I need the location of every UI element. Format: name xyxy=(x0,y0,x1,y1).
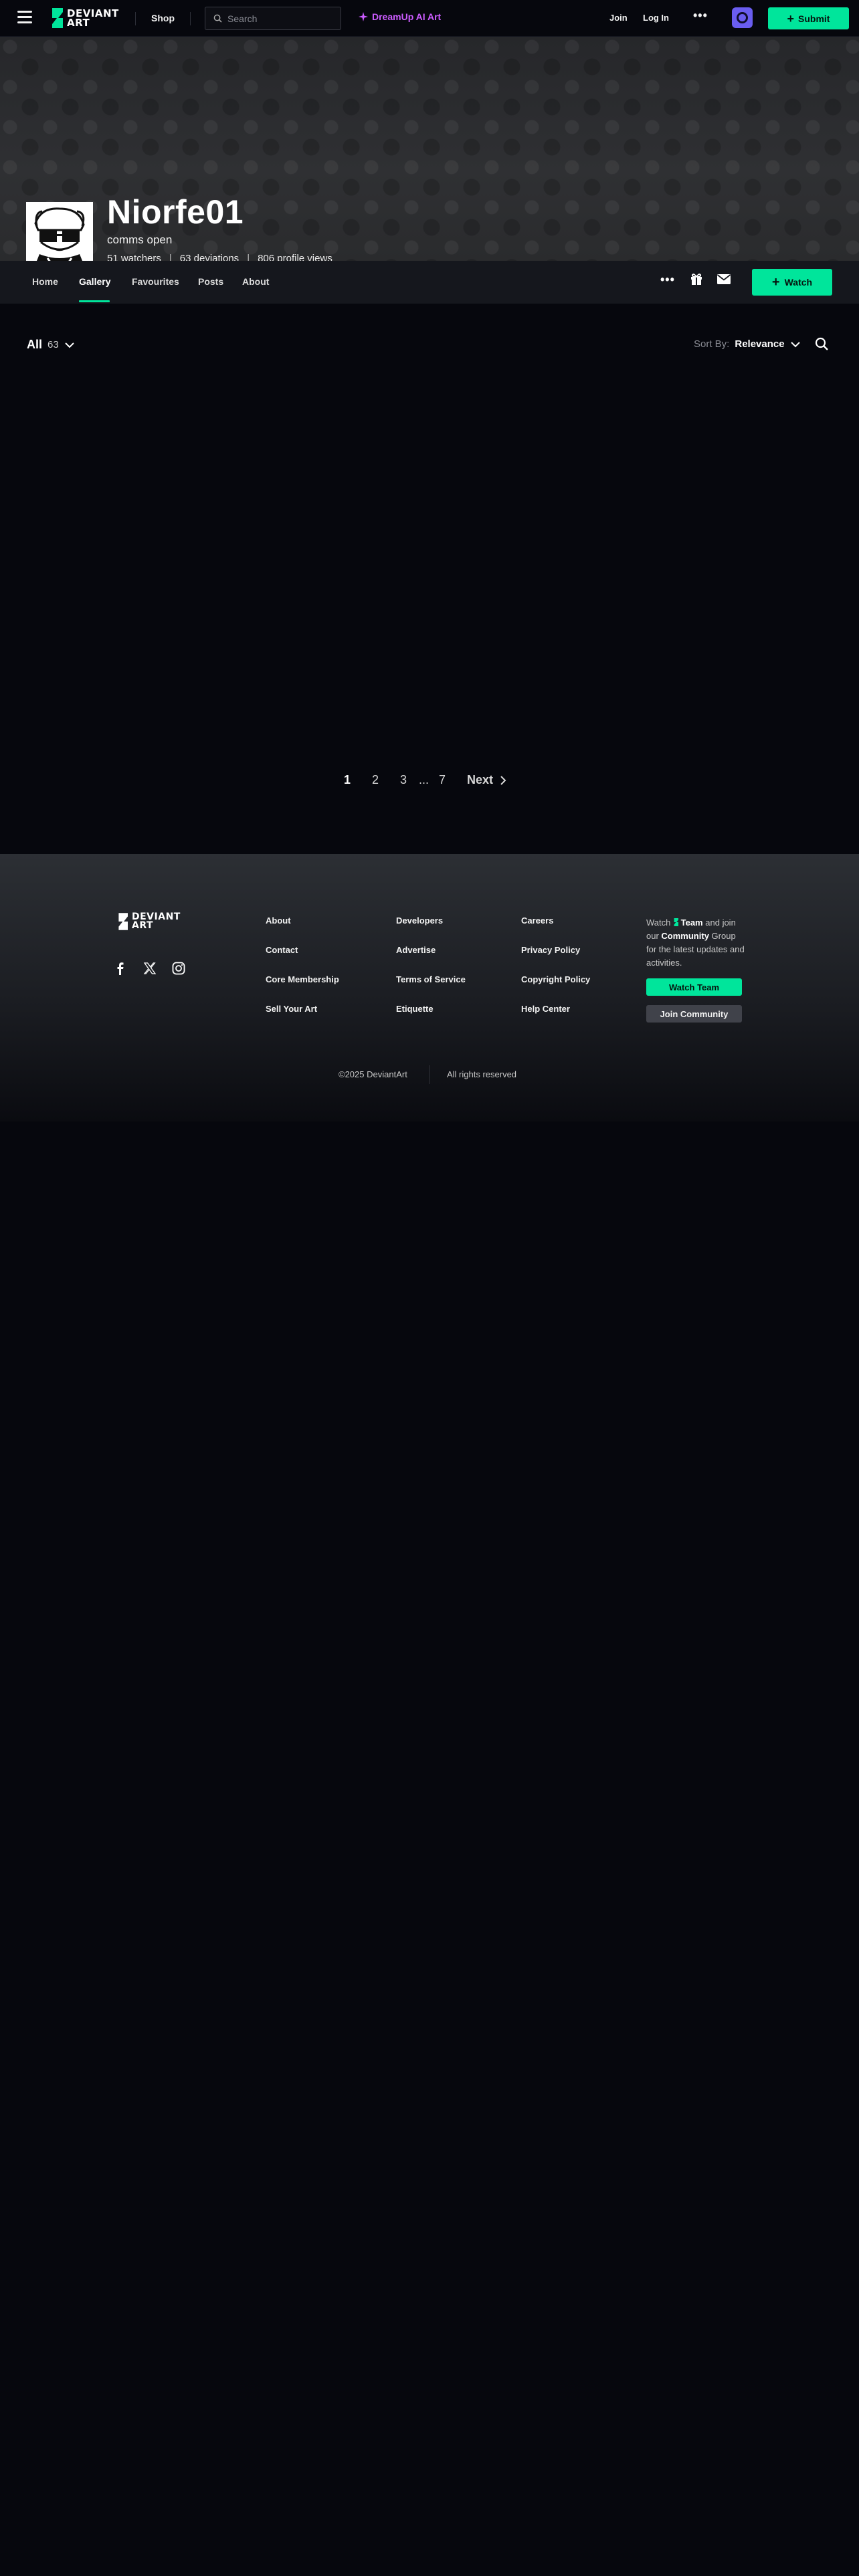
search-box[interactable] xyxy=(205,7,341,30)
profile-tabs: Home Gallery Favourites Posts About ••• … xyxy=(0,261,859,304)
footer: DEVIANT ART About Contact Core Membershi… xyxy=(0,854,859,1121)
core-membership-icon[interactable] xyxy=(732,7,753,28)
deviantart-logo[interactable]: DEVIANT ART xyxy=(50,8,119,28)
sort-dropdown[interactable]: Sort By: Relevance xyxy=(694,338,801,350)
sort-value: Relevance xyxy=(735,338,785,350)
footer-link-developers[interactable]: Developers xyxy=(396,916,443,926)
page-2[interactable]: 2 xyxy=(372,773,379,787)
copyright-text: ©2025 DeviantArt xyxy=(339,1069,407,1079)
avatar-image xyxy=(27,203,92,267)
dreamup-label: DreamUp AI Art xyxy=(372,11,442,22)
dreamup-link[interactable]: DreamUp AI Art xyxy=(358,11,441,22)
instagram-icon[interactable] xyxy=(172,962,185,975)
footer-link-sell-your-art[interactable]: Sell Your Art xyxy=(266,1004,317,1014)
sparkle-icon xyxy=(359,12,368,21)
footer-link-contact[interactable]: Contact xyxy=(266,945,298,955)
join-community-button[interactable]: Join Community xyxy=(646,1005,742,1023)
tab-gallery[interactable]: Gallery xyxy=(79,276,110,287)
footer-link-help-center[interactable]: Help Center xyxy=(521,1004,570,1014)
nav-divider xyxy=(135,12,136,25)
facebook-icon[interactable] xyxy=(114,962,127,975)
search-input[interactable] xyxy=(227,13,335,24)
filter-label: All xyxy=(27,338,43,351)
footer-link-copyright-policy[interactable]: Copyright Policy xyxy=(521,974,590,984)
tab-favourites[interactable]: Favourites xyxy=(132,276,179,287)
filter-count: 63 xyxy=(47,339,59,350)
deviantart-logo-icon xyxy=(52,8,63,28)
menu-icon[interactable] xyxy=(17,11,32,24)
plus-icon: + xyxy=(787,11,795,25)
page-7[interactable]: 7 xyxy=(439,773,446,787)
logo-text: DEVIANT ART xyxy=(67,7,119,29)
join-link[interactable]: Join xyxy=(609,13,628,23)
footer-link-terms-of-service[interactable]: Terms of Service xyxy=(396,974,466,984)
x-twitter-icon[interactable] xyxy=(143,962,157,975)
watch-label: Watch xyxy=(784,277,813,288)
next-page-button[interactable]: Next xyxy=(467,773,506,787)
page-ellipsis: ... xyxy=(419,773,430,786)
active-tab-indicator xyxy=(79,300,110,302)
footer-link-privacy-policy[interactable]: Privacy Policy xyxy=(521,945,580,955)
footer-link-careers[interactable]: Careers xyxy=(521,916,553,926)
submit-label: Submit xyxy=(798,13,830,24)
chevron-right-icon xyxy=(500,775,506,785)
tab-home[interactable]: Home xyxy=(32,276,58,287)
profile-banner: Niorfe01 comms open 51 watchers | 63 dev… xyxy=(0,37,859,269)
profile-tagline: comms open xyxy=(107,233,173,246)
tab-about[interactable]: About xyxy=(242,276,269,287)
footer-link-about[interactable]: About xyxy=(266,916,291,926)
shop-link[interactable]: Shop xyxy=(151,13,175,23)
login-link[interactable]: Log In xyxy=(643,13,669,23)
page-1[interactable]: 1 xyxy=(344,773,351,787)
more-options-icon[interactable]: ••• xyxy=(660,273,675,287)
deviantart-logo-icon xyxy=(118,913,128,930)
search-icon xyxy=(213,14,222,23)
footer-community-blurb: Watch Team and join our Community Group … xyxy=(646,918,745,968)
mail-icon[interactable] xyxy=(717,274,731,285)
next-label: Next xyxy=(467,773,494,786)
submit-button[interactable]: + Submit xyxy=(768,7,849,29)
gallery-search-icon[interactable] xyxy=(815,337,828,350)
tab-posts[interactable]: Posts xyxy=(198,276,223,287)
chevron-down-icon xyxy=(790,341,800,347)
profile-username: Niorfe01 xyxy=(107,193,244,231)
more-icon[interactable]: ••• xyxy=(693,9,708,23)
footer-link-advertise[interactable]: Advertise xyxy=(396,945,436,955)
footer-link-core-membership[interactable]: Core Membership xyxy=(266,974,339,984)
watch-team-button[interactable]: Watch Team xyxy=(646,978,742,996)
footer-logo-text: DEVIANT ART xyxy=(132,911,181,931)
nav-divider xyxy=(190,12,191,25)
gallery-filter-dropdown[interactable]: All 63 xyxy=(27,338,75,352)
sort-label: Sort By: xyxy=(694,338,730,350)
rights-text: All rights reserved xyxy=(447,1069,517,1079)
page-3[interactable]: 3 xyxy=(400,773,407,787)
chevron-down-icon xyxy=(64,342,74,348)
gift-icon[interactable] xyxy=(690,272,703,286)
deviantart-logo-icon xyxy=(674,918,678,926)
plus-icon: + xyxy=(771,275,780,290)
avatar[interactable] xyxy=(26,202,93,269)
footer-logo[interactable]: DEVIANT ART xyxy=(116,911,181,931)
watch-button[interactable]: + Watch xyxy=(752,269,832,296)
top-navigation: DEVIANT ART Shop DreamUp AI Art Join Log… xyxy=(0,0,859,37)
footer-link-etiquette[interactable]: Etiquette xyxy=(396,1004,434,1014)
